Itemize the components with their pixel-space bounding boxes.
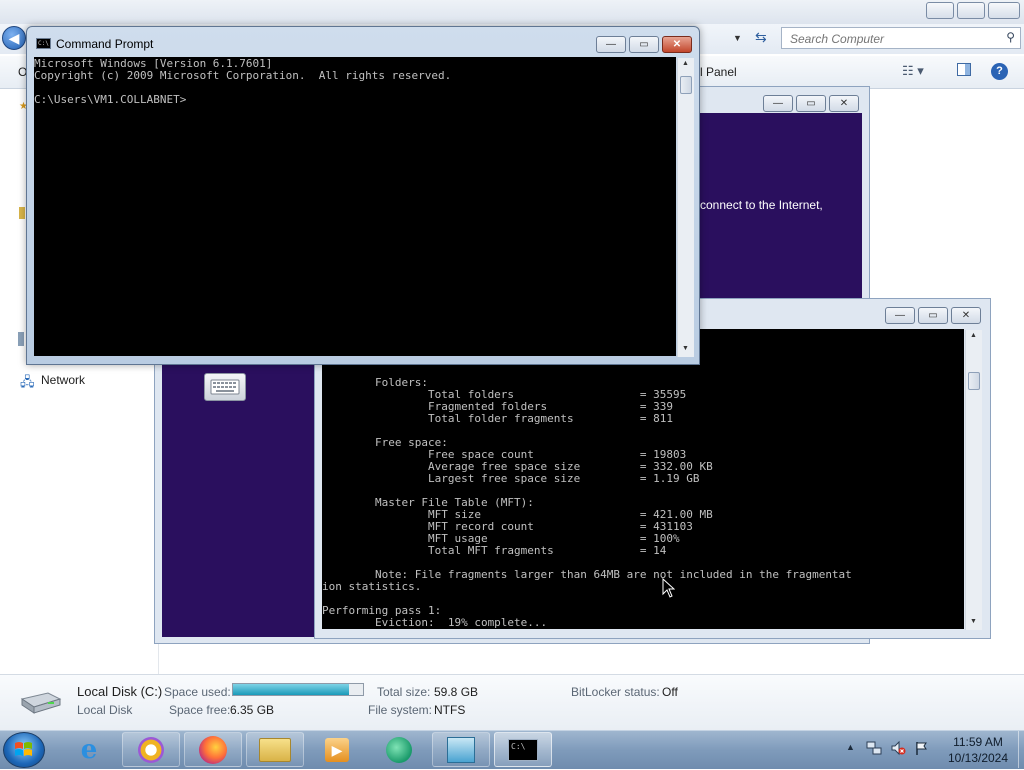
scroll-up-icon[interactable]: ▲ — [970, 332, 977, 339]
tray-network-icon[interactable] — [866, 740, 882, 756]
drive-type: Local Disk — [77, 703, 133, 717]
console-line: ion statistics. — [322, 580, 422, 593]
console-line: Largest free space size = 1.19 GB — [322, 472, 700, 485]
explorer-close-button[interactable] — [988, 2, 1020, 19]
console-line: C:\Users\VM1.COLLABNET> — [34, 93, 187, 106]
wu-partial-text: connect to the Internet, — [700, 198, 823, 212]
cmd-scrollbar[interactable]: ▲ ▼ — [677, 58, 694, 357]
address-dropdown-icon[interactable]: ▼ — [733, 33, 742, 43]
space-free-label: Space free: — [169, 703, 231, 717]
defrag-console-output: 437 5392 Folders: Total folders = 35595 … — [322, 329, 964, 629]
wu-close-button[interactable]: ✕ — [829, 95, 859, 112]
search-icon[interactable]: ⚲ — [1006, 30, 1015, 44]
view-options-icon[interactable]: ☷ ▾ — [902, 63, 924, 79]
taskbar-explorer[interactable] — [122, 732, 180, 767]
defrag-close-button[interactable]: ✕ — [951, 307, 981, 324]
defrag-scroll-thumb[interactable] — [968, 372, 980, 390]
chat-icon — [386, 736, 412, 763]
total-size-value: 59.8 GB — [434, 685, 479, 699]
taskbar-installer[interactable] — [432, 732, 490, 767]
refresh-icon[interactable]: ⇆ — [755, 29, 767, 46]
space-free-value: 6.35 GB — [230, 703, 275, 717]
system-clock[interactable]: 11:59 AM 10/13/2024 — [936, 734, 1020, 766]
clock-date: 10/13/2024 — [947, 751, 1009, 765]
defrag-scrollbar[interactable]: ▲ ▼ — [965, 330, 982, 630]
drive-name: Local Disk (C:) — [77, 684, 163, 699]
space-used-bar — [232, 683, 364, 696]
cmd-maximize-button[interactable]: ▭ — [629, 36, 659, 53]
folder-icon — [259, 737, 291, 762]
library-icon — [19, 207, 25, 219]
preview-pane-icon[interactable] — [957, 63, 971, 76]
toolbar-partial-title[interactable]: l Panel — [700, 65, 737, 79]
explorer-icon — [138, 736, 164, 763]
computer-icon — [18, 332, 24, 346]
taskbar-firefox[interactable] — [184, 732, 242, 767]
filesystem-label: File system: — [368, 703, 433, 717]
clock-time: 11:59 AM — [953, 735, 1003, 749]
cmd-console-output[interactable]: Microsoft Windows [Version 6.1.7601] Copy… — [34, 57, 676, 356]
media-player-icon: ▶ — [325, 737, 349, 762]
ie-icon: e — [80, 734, 98, 765]
total-size-label: Total size: — [377, 685, 431, 699]
cmd-close-button[interactable]: ✕ — [662, 36, 692, 53]
space-used-label: Space used: — [164, 685, 231, 699]
cmd-title: Command Prompt — [56, 37, 154, 51]
console-line: Copyright (c) 2009 Microsoft Corporation… — [34, 69, 452, 82]
network-icon[interactable]: 🖧 — [20, 373, 35, 395]
bitlocker-value: Off — [662, 685, 678, 699]
search-box[interactable]: ⚲ — [781, 27, 1021, 49]
taskbar-media[interactable]: ▶ — [308, 732, 366, 767]
cmd-icon: C:\ — [508, 738, 538, 761]
search-input[interactable] — [788, 29, 992, 49]
taskbar-cmd[interactable]: C:\ — [494, 732, 552, 767]
bitlocker-label: BitLocker status: — [571, 685, 660, 699]
cmd-title-icon: C:\ — [36, 38, 51, 49]
taskbar-ie[interactable]: e — [60, 732, 118, 767]
wu-maximize-button[interactable]: ▭ — [796, 95, 826, 112]
scroll-down-icon[interactable]: ▼ — [970, 618, 977, 625]
taskbar-chat[interactable] — [370, 732, 428, 767]
console-line: Eviction: 19% complete... — [322, 616, 548, 629]
defrag-minimize-button[interactable]: — — [885, 307, 915, 324]
defrag-maximize-button[interactable]: ▭ — [918, 307, 948, 324]
taskbar: e ▶ C:\ ▲ 11:59 AM 10/13/2024 — [0, 730, 1024, 769]
space-used-fill — [233, 684, 349, 695]
filesystem-value: NTFS — [434, 703, 466, 717]
scroll-down-icon[interactable]: ▼ — [682, 345, 689, 352]
installer-icon — [447, 736, 475, 763]
wu-minimize-button[interactable]: — — [763, 95, 793, 112]
tray-expand-icon[interactable]: ▲ — [846, 742, 855, 752]
mouse-cursor — [662, 577, 676, 601]
show-desktop-button[interactable] — [1018, 731, 1024, 768]
scroll-up-icon[interactable]: ▲ — [682, 60, 689, 67]
start-button[interactable] — [3, 732, 45, 768]
explorer-minimize-button[interactable] — [926, 2, 954, 19]
hard-drive-icon — [18, 689, 62, 715]
console-line: Total folder fragments = 811 — [322, 412, 673, 425]
tray-flag-icon[interactable] — [914, 740, 930, 756]
cmd-minimize-button[interactable]: — — [596, 36, 626, 53]
back-button[interactable]: ◀ — [2, 26, 26, 50]
nav-item-network[interactable]: Network — [41, 373, 85, 387]
taskbar-folder[interactable] — [246, 732, 304, 767]
cmd-scroll-thumb[interactable] — [680, 76, 692, 94]
console-line: Total MFT fragments = 14 — [322, 544, 667, 557]
tray-volume-icon[interactable] — [890, 740, 906, 756]
firefox-icon — [199, 735, 227, 764]
details-pane: Local Disk (C:) Local Disk Space used: S… — [0, 674, 1024, 731]
help-icon[interactable]: ? — [991, 63, 1008, 80]
explorer-title-bar — [0, 0, 1024, 24]
keyboard-icon[interactable] — [204, 373, 246, 401]
explorer-restore-button[interactable] — [957, 2, 985, 19]
